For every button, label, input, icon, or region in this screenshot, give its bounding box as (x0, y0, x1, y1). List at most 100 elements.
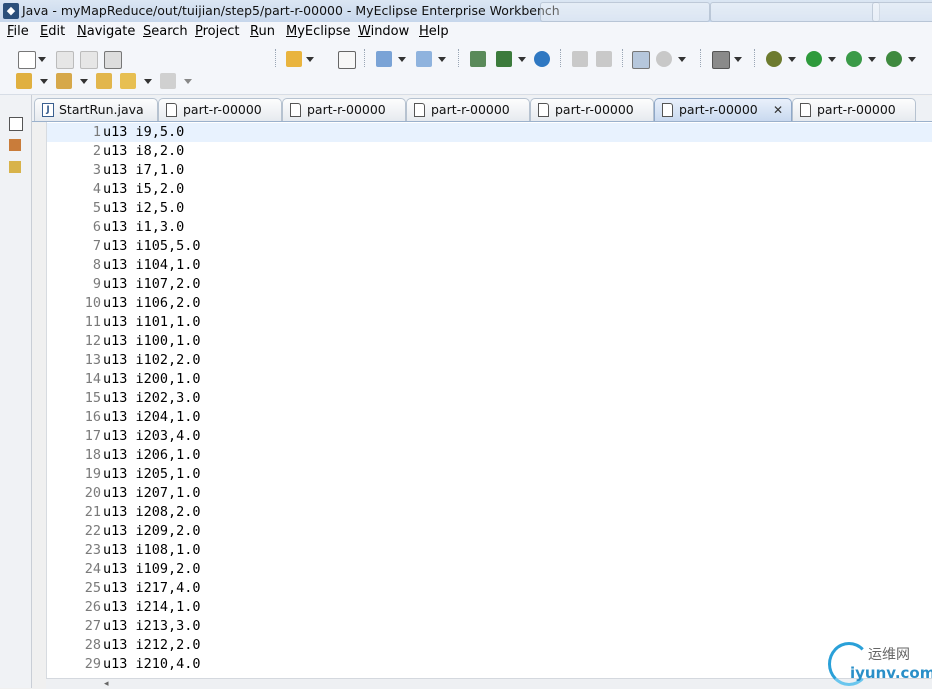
line-text[interactable]: u13 i102,2.0 (103, 351, 201, 370)
deploy-icon[interactable] (338, 51, 356, 69)
line-number: 22 (84, 523, 101, 539)
line-text[interactable]: u13 i107,2.0 (103, 275, 201, 294)
new-icon[interactable] (18, 51, 36, 69)
hierarchy-icon[interactable] (9, 161, 21, 173)
line-number: 24 (84, 561, 101, 577)
line-number: 10 (84, 295, 101, 311)
debug-dropdown-icon[interactable] (788, 57, 796, 62)
new-dropdown-icon[interactable] (38, 57, 46, 62)
line-text[interactable]: u13 i212,2.0 (103, 636, 201, 655)
next-annotation-icon[interactable] (16, 73, 32, 89)
line-text[interactable]: u13 i9,5.0 (103, 123, 184, 142)
background-window-tab (872, 2, 932, 22)
toolbar-separator (458, 49, 459, 67)
line-text[interactable]: u13 i5,2.0 (103, 180, 184, 199)
new-web-dropdown-icon[interactable] (306, 57, 314, 62)
line-number: 13 (84, 352, 101, 368)
back-dropdown-icon[interactable] (144, 79, 152, 84)
line-number: 14 (84, 371, 101, 387)
line-text[interactable]: u13 i106,2.0 (103, 294, 201, 313)
line-text[interactable]: u13 i104,1.0 (103, 256, 201, 275)
line-text[interactable]: u13 i217,4.0 (103, 579, 201, 598)
package-explorer-icon[interactable] (9, 139, 21, 151)
previous-annotation-dropdown-icon[interactable] (80, 79, 88, 84)
save-icon[interactable] (56, 51, 74, 69)
editor-tab[interactable]: J StartRun.java (34, 98, 158, 121)
editor-tab[interactable]: part-r-00000 (406, 98, 530, 121)
close-tab-icon[interactable]: ✕ (773, 99, 783, 121)
menu-search[interactable]: Search (143, 24, 188, 39)
editor-tab[interactable]: part-r-00000 (158, 98, 282, 121)
open-type-dropdown-icon[interactable] (398, 57, 406, 62)
menu-file[interactable]: File (7, 24, 29, 39)
editor-tab[interactable]: part-r-00000 (530, 98, 654, 121)
line-text[interactable]: u13 i200,1.0 (103, 370, 201, 389)
line-text[interactable]: u13 i207,1.0 (103, 484, 201, 503)
menu-help[interactable]: Help (419, 24, 449, 39)
line-text[interactable]: u13 i8,2.0 (103, 142, 184, 161)
editor-tab-active[interactable]: part-r-00000 ✕ (654, 98, 792, 121)
line-text[interactable]: u13 i206,1.0 (103, 446, 201, 465)
new-web-project-icon[interactable] (286, 51, 302, 67)
line-text[interactable]: u13 i209,2.0 (103, 522, 201, 541)
line-text[interactable]: u13 i101,1.0 (103, 313, 201, 332)
browser-icon[interactable] (534, 51, 550, 67)
line-text[interactable]: u13 i202,3.0 (103, 389, 201, 408)
tab-label: part-r-00000 (183, 102, 262, 117)
line-number: 3 (92, 162, 101, 178)
background-window-tab (540, 2, 710, 22)
menu-navigate[interactable]: Navigate (77, 24, 135, 39)
horizontal-scrollbar[interactable]: ◂ (46, 678, 932, 689)
camera-dropdown-icon[interactable] (734, 57, 742, 62)
menu-window[interactable]: Window (358, 24, 409, 39)
last-edit-icon[interactable] (96, 73, 112, 89)
menu-edit[interactable]: Edit (40, 24, 65, 39)
line-text[interactable]: u13 i105,5.0 (103, 237, 201, 256)
coverage-icon[interactable] (846, 51, 862, 67)
line-text[interactable]: u13 i1,3.0 (103, 218, 184, 237)
menu-project[interactable]: Project (195, 24, 240, 39)
server-icon[interactable] (470, 51, 486, 67)
line-text[interactable]: u13 i214,1.0 (103, 598, 201, 617)
line-text[interactable]: u13 i2,5.0 (103, 199, 184, 218)
line-text[interactable]: u13 i210,4.0 (103, 655, 201, 674)
debug-icon[interactable] (766, 51, 782, 67)
line-text[interactable]: u13 i108,1.0 (103, 541, 201, 560)
line-number: 5 (92, 200, 101, 216)
menu-run[interactable]: Run (250, 24, 275, 39)
menu-myeclipse[interactable]: MyEclipse (286, 24, 351, 39)
open-type-icon[interactable] (376, 51, 392, 67)
editor-tab[interactable]: part-r-00000 (282, 98, 406, 121)
line-text[interactable]: u13 i205,1.0 (103, 465, 201, 484)
globe-dropdown-icon[interactable] (678, 57, 686, 62)
run-server-dropdown-icon[interactable] (518, 57, 526, 62)
back-icon[interactable] (120, 73, 136, 89)
view-icon[interactable] (632, 51, 650, 69)
next-annotation-dropdown-icon[interactable] (40, 79, 48, 84)
line-text[interactable]: u13 i100,1.0 (103, 332, 201, 351)
line-text[interactable]: u13 i109,2.0 (103, 560, 201, 579)
line-text[interactable]: u13 i204,1.0 (103, 408, 201, 427)
line-text[interactable]: u13 i203,4.0 (103, 427, 201, 446)
external-tools-dropdown-icon[interactable] (908, 57, 916, 62)
toolbar-separator (364, 49, 365, 67)
line-text[interactable]: u13 i213,3.0 (103, 617, 201, 636)
line-number: 29 (84, 656, 101, 672)
text-editor[interactable]: 1 u13 i9,5.0 2 u13 i8,2.0 3 u13 i7,1.0 4 u13 i5… (46, 122, 932, 678)
previous-annotation-icon[interactable] (56, 73, 72, 89)
run-dropdown-icon[interactable] (828, 57, 836, 62)
editor-tab[interactable]: part-r-00000 (792, 98, 916, 121)
search-icon[interactable] (416, 51, 432, 67)
save-all-icon[interactable] (80, 51, 98, 69)
restore-icon[interactable] (9, 117, 23, 131)
external-tools-icon[interactable] (886, 51, 902, 67)
print-icon[interactable] (104, 51, 122, 69)
myeclipse-icon[interactable]: ◆ (3, 3, 19, 19)
line-text[interactable]: u13 i208,2.0 (103, 503, 201, 522)
search-dropdown-icon[interactable] (438, 57, 446, 62)
camera-icon[interactable] (712, 51, 730, 69)
run-server-icon[interactable] (496, 51, 512, 67)
run-icon[interactable] (806, 51, 822, 67)
coverage-dropdown-icon[interactable] (868, 57, 876, 62)
line-text[interactable]: u13 i7,1.0 (103, 161, 184, 180)
